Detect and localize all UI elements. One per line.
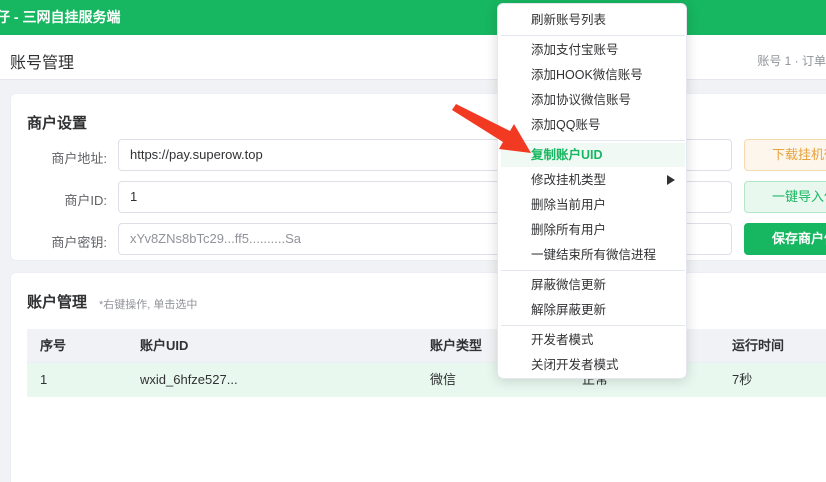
accounts-table: 序号 账户UID 账户类型 状态 运行时间 1 wxid_6hfze527...… — [27, 329, 826, 397]
menu-item-copy-uid[interactable]: 复制账户UID — [501, 143, 685, 167]
row-uid-text: wxid_6hfze527... — [140, 372, 238, 387]
submenu-arrow-icon — [667, 175, 675, 185]
column-header-index: 序号 — [40, 338, 67, 353]
page-status-text: 账号 1 · 订单 — [757, 54, 826, 68]
menu-divider — [501, 35, 685, 36]
menu-divider — [501, 270, 685, 271]
menu-item-close-developer-mode[interactable]: 关闭开发者模式 — [501, 353, 685, 377]
import-info-button[interactable]: 一键导入信息 — [744, 181, 826, 213]
merchant-address-label: 商户地址: — [51, 151, 107, 166]
menu-item-add-qq[interactable]: 添加QQ账号 — [501, 113, 685, 137]
merchant-key-value: xYv8ZNs8bTc29...ff5..........Sa — [130, 231, 302, 246]
menu-item-change-type-label: 修改挂机类型 — [531, 173, 607, 187]
table-header: 序号 账户UID 账户类型 状态 运行时间 — [27, 329, 826, 363]
download-wechat-button[interactable]: 下载挂机微信 — [744, 139, 826, 171]
account-management-title: 账户管理 — [27, 294, 88, 311]
menu-item-block-update[interactable]: 屏蔽微信更新 — [501, 273, 685, 297]
table-row[interactable]: 1 wxid_6hfze527... 微信 正常 7秒 — [27, 363, 826, 397]
row-index: 1 — [40, 372, 48, 387]
column-header-type: 账户类型 — [430, 338, 483, 353]
page-header: 账号管理 账号 1 · 订单 — [0, 35, 826, 80]
merchant-id-label: 商户ID: — [64, 193, 107, 208]
menu-item-delete-current[interactable]: 删除当前用户 — [501, 193, 685, 217]
menu-item-add-protocol-wechat[interactable]: 添加协议微信账号 — [501, 88, 685, 112]
window-title-bar: 仔 - 三网自挂服务端 — [0, 0, 826, 35]
menu-divider — [501, 325, 685, 326]
page-title: 账号管理 — [10, 55, 75, 72]
column-header-runtime: 运行时间 — [732, 338, 785, 353]
menu-item-add-hook-wechat[interactable]: 添加HOOK微信账号 — [501, 63, 685, 87]
menu-item-unblock-update[interactable]: 解除屏蔽更新 — [501, 298, 685, 322]
merchant-key-label: 商户密钥: — [51, 235, 107, 250]
menu-item-change-type[interactable]: 修改挂机类型 — [501, 168, 685, 192]
menu-item-developer-mode[interactable]: 开发者模式 — [501, 328, 685, 352]
menu-divider — [501, 140, 685, 141]
menu-item-add-alipay[interactable]: 添加支付宝账号 — [501, 38, 685, 62]
column-header-uid: 账户UID — [140, 338, 189, 353]
merchant-settings-title: 商户设置 — [27, 115, 88, 132]
row-uid: wxid_6hfze527... — [140, 363, 238, 397]
save-merchant-button[interactable]: 保存商户信息 — [744, 223, 826, 255]
merchant-settings-card: 商户设置 商户地址: https://pay.superow.top 商户ID:… — [10, 93, 826, 261]
context-menu: 刷新账号列表 添加支付宝账号 添加HOOK微信账号 添加协议微信账号 添加QQ账… — [497, 3, 687, 379]
row-type: 微信 — [430, 372, 457, 387]
right-click-hint: *右键操作, 单击选中 — [99, 299, 198, 311]
menu-item-delete-all[interactable]: 删除所有用户 — [501, 218, 685, 242]
row-runtime: 7秒 — [732, 372, 753, 387]
window-title: 仔 - 三网自挂服务端 — [0, 9, 121, 25]
menu-item-kill-wechat[interactable]: 一键结束所有微信进程 — [501, 243, 685, 267]
menu-item-refresh-accounts[interactable]: 刷新账号列表 — [501, 8, 685, 32]
account-management-card: 账户管理 *右键操作, 单击选中 序号 账户UID 账户类型 状态 运行时间 1… — [10, 272, 826, 482]
